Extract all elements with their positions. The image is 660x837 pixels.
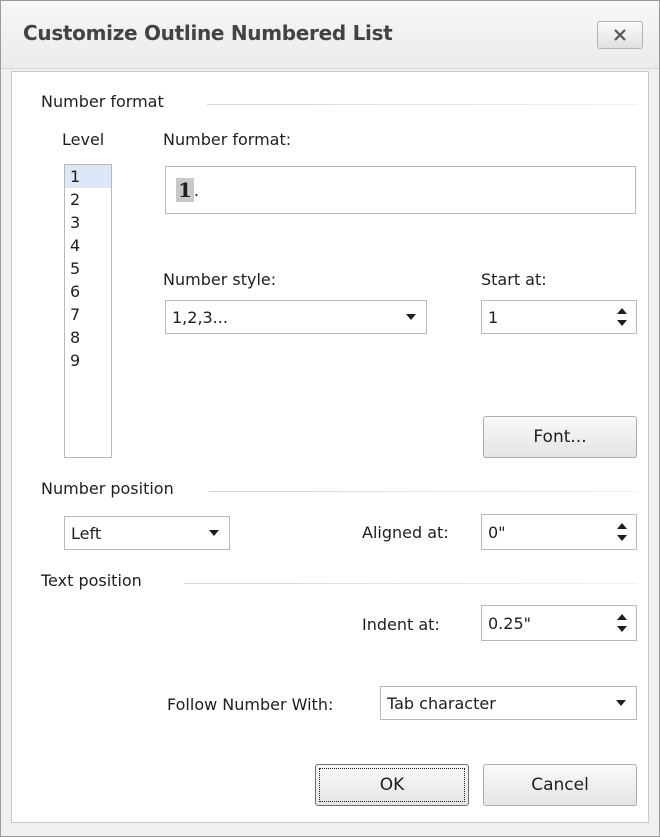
aligned-at-value: 0" bbox=[488, 522, 506, 542]
group-divider bbox=[207, 104, 637, 105]
level-item-5[interactable]: 5 bbox=[65, 257, 111, 280]
level-item-6[interactable]: 6 bbox=[65, 280, 111, 303]
ok-button[interactable]: OK bbox=[315, 764, 469, 806]
close-button[interactable] bbox=[597, 21, 643, 49]
level-label: Level bbox=[62, 130, 105, 149]
indent-at-spinner[interactable]: 0.25" bbox=[481, 605, 637, 641]
dialog-content: Number format Level Number format: 1 2 3… bbox=[11, 71, 649, 823]
number-format-input[interactable]: 1. bbox=[165, 166, 636, 214]
indent-at-label: Indent at: bbox=[362, 615, 440, 634]
chevron-down-icon[interactable] bbox=[209, 530, 219, 536]
spin-arrows-icon[interactable] bbox=[616, 612, 628, 634]
start-at-value: 1 bbox=[488, 307, 499, 327]
follow-number-value: Tab character bbox=[387, 693, 496, 713]
follow-number-combo[interactable]: Tab character bbox=[380, 686, 637, 720]
start-at-spinner[interactable]: 1 bbox=[481, 300, 637, 334]
chevron-down-icon[interactable] bbox=[616, 700, 626, 706]
level-item-2[interactable]: 2 bbox=[65, 188, 111, 211]
number-style-label: Number style: bbox=[163, 270, 277, 289]
customize-outline-dialog: Customize Outline Numbered List Number f… bbox=[0, 0, 660, 837]
group-divider bbox=[209, 491, 637, 492]
title-bar: Customize Outline Numbered List bbox=[1, 1, 659, 69]
level-listbox[interactable]: 1 2 3 4 5 6 7 8 9 bbox=[64, 164, 112, 458]
group-divider bbox=[184, 583, 637, 584]
font-button[interactable]: Font... bbox=[483, 416, 637, 458]
level-item-4[interactable]: 4 bbox=[65, 234, 111, 257]
spin-arrows-icon[interactable] bbox=[616, 306, 628, 328]
number-format-label: Number format: bbox=[163, 130, 292, 149]
number-position-group-title: Number position bbox=[41, 479, 174, 498]
level-item-8[interactable]: 8 bbox=[65, 326, 111, 349]
focus-rectangle bbox=[319, 768, 465, 802]
level-item-9[interactable]: 9 bbox=[65, 349, 111, 372]
level-item-1[interactable]: 1 bbox=[65, 165, 111, 188]
format-number-placeholder: 1 bbox=[176, 178, 194, 202]
start-at-label: Start at: bbox=[481, 270, 547, 289]
close-icon bbox=[614, 29, 626, 41]
indent-at-value: 0.25" bbox=[488, 613, 531, 633]
number-style-value: 1,2,3... bbox=[172, 307, 228, 327]
number-style-combo[interactable]: 1,2,3... bbox=[165, 300, 427, 334]
dialog-title: Customize Outline Numbered List bbox=[23, 21, 393, 45]
level-item-7[interactable]: 7 bbox=[65, 303, 111, 326]
level-item-3[interactable]: 3 bbox=[65, 211, 111, 234]
aligned-at-spinner[interactable]: 0" bbox=[481, 514, 637, 550]
cancel-button[interactable]: Cancel bbox=[483, 764, 637, 806]
spin-arrows-icon[interactable] bbox=[616, 521, 628, 543]
aligned-at-label: Aligned at: bbox=[362, 523, 449, 542]
text-position-group-title: Text position bbox=[41, 571, 142, 590]
format-suffix: . bbox=[193, 180, 200, 200]
follow-number-label: Follow Number With: bbox=[167, 695, 334, 714]
chevron-down-icon[interactable] bbox=[406, 314, 416, 320]
number-format-group-title: Number format bbox=[41, 92, 164, 111]
number-alignment-value: Left bbox=[71, 523, 102, 543]
number-alignment-combo[interactable]: Left bbox=[64, 516, 230, 550]
